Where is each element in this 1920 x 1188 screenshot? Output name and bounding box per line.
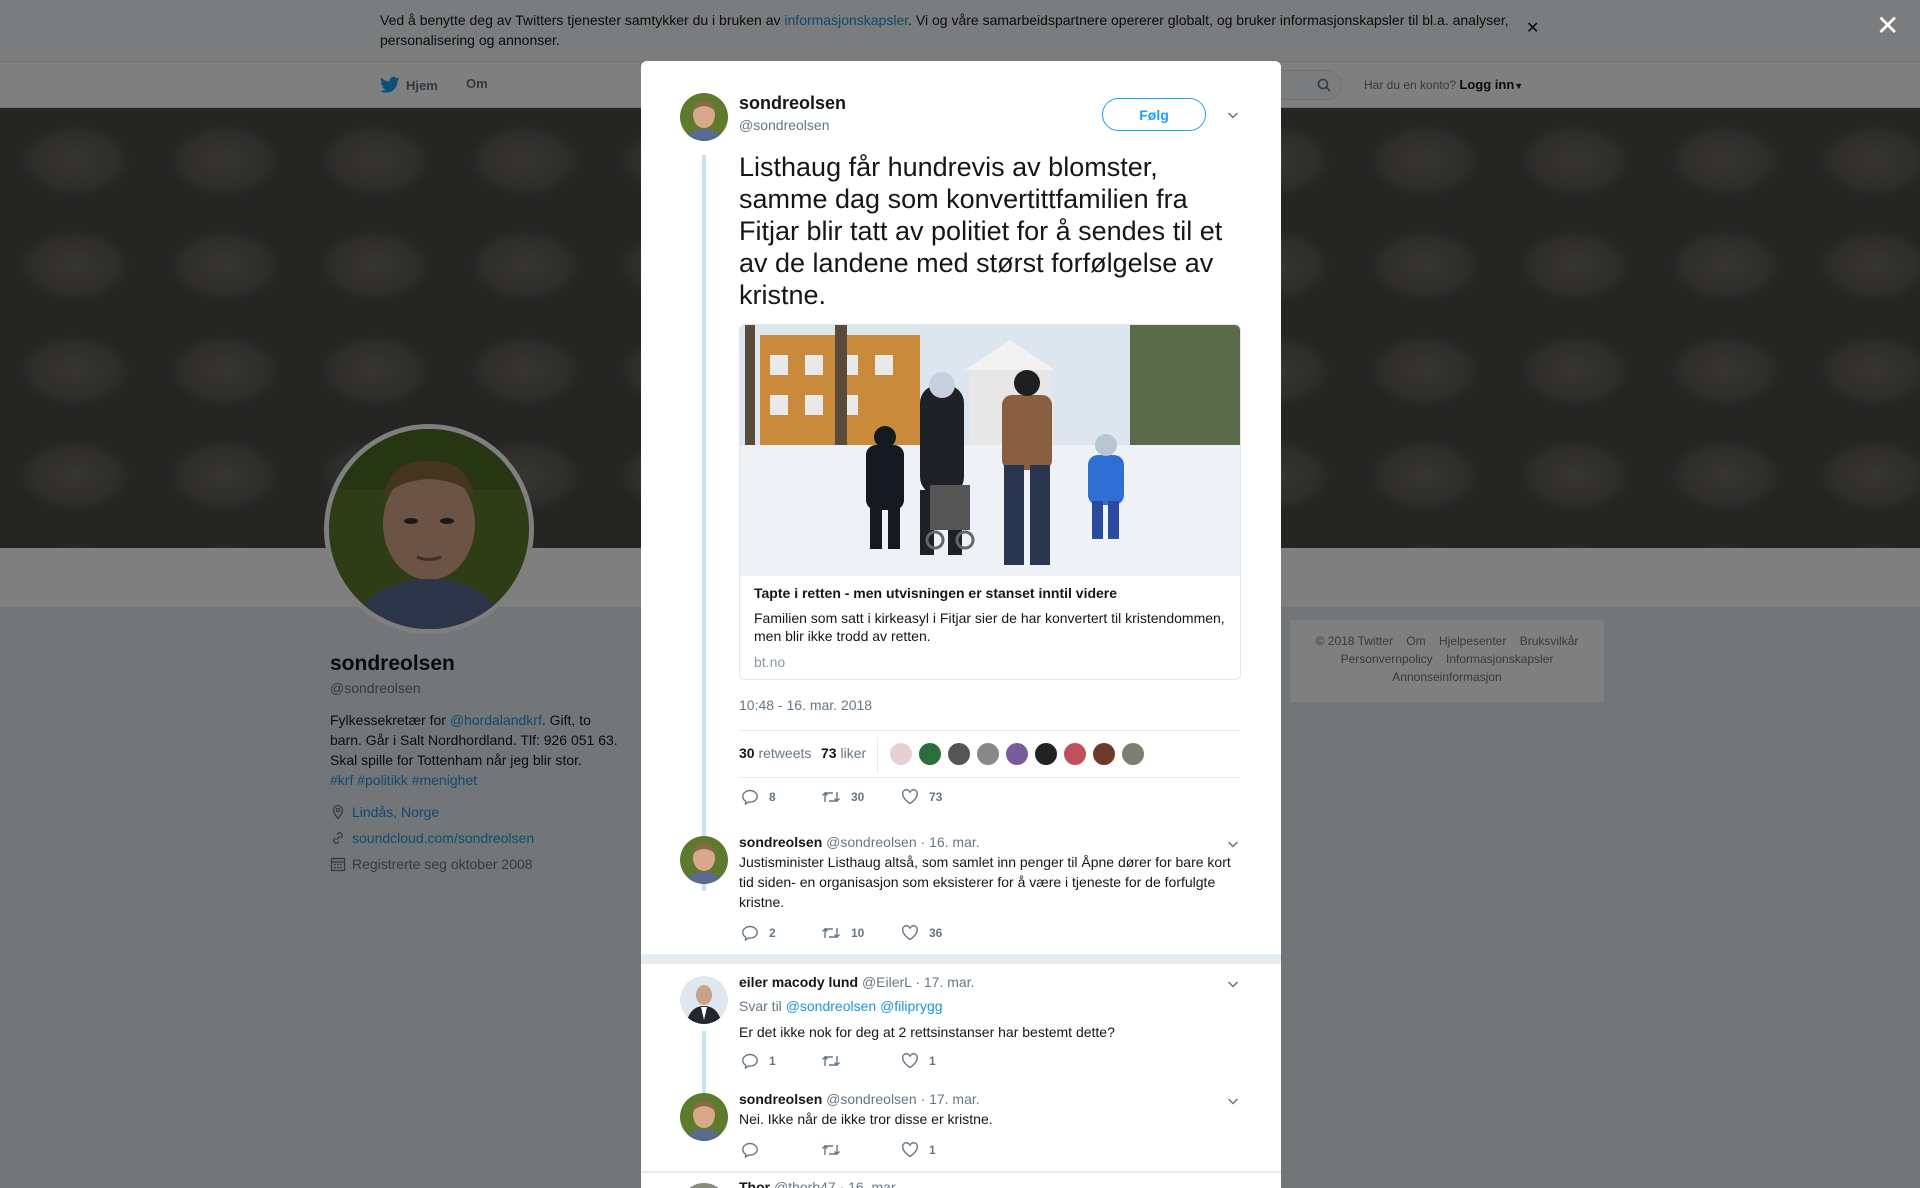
tweet-text: Listhaug får hundrevis av blomster, samm…: [739, 152, 1223, 310]
reply-author-handle[interactable]: @EilerL: [862, 974, 912, 990]
heart-icon: [902, 789, 918, 805]
reply-author-name[interactable]: eiler macody lund: [739, 974, 858, 990]
reply-button[interactable]: 8: [741, 789, 821, 805]
card-title: Tapte i retten - men utvisningen er stan…: [754, 585, 1118, 601]
like-button[interactable]: 73: [901, 789, 981, 805]
heart-icon: [902, 1142, 918, 1158]
card-image: [740, 325, 1240, 576]
reply-to-mention[interactable]: @filiprygg: [880, 998, 942, 1014]
reply-author-handle[interactable]: @thorb47: [774, 1179, 836, 1188]
retweet-icon: [822, 1056, 840, 1066]
reply-button[interactable]: 1: [741, 1053, 821, 1069]
reply-date[interactable]: · 16. mar.: [840, 1179, 899, 1188]
retweet-button[interactable]: [821, 1053, 901, 1069]
reply-author-avatar[interactable]: [680, 1093, 728, 1141]
retweet-button[interactable]: [821, 1142, 901, 1158]
liker-avatar[interactable]: [1121, 742, 1145, 766]
reply-author-handle[interactable]: @sondreolsen: [826, 834, 917, 850]
reply-icon: [742, 1142, 758, 1158]
retweets-stat[interactable]: 30 retweets: [739, 745, 811, 761]
liker-avatars: [889, 742, 1145, 766]
reply-header: sondreolsen @sondreolsen · 17. mar.: [739, 1091, 980, 1107]
reply-author-name[interactable]: sondreolsen: [739, 1091, 822, 1107]
retweet-button[interactable]: 30: [821, 789, 901, 805]
reply-author-avatar[interactable]: [680, 976, 728, 1024]
reply-header: Thor @thorb47 · 16. mar.: [739, 1179, 899, 1188]
tweet-stats: 30 retweets 73 liker: [739, 730, 1241, 778]
reply-author-name[interactable]: Thor: [739, 1179, 770, 1188]
liker-avatar[interactable]: [976, 742, 1000, 766]
reply-date[interactable]: · 17. mar.: [921, 1091, 980, 1107]
card-domain: bt.no: [754, 654, 786, 670]
card-description: Familien som satt i kirkeasyl i Fitjar s…: [754, 610, 1225, 644]
close-icon[interactable]: ✕: [1876, 12, 1899, 40]
reply-to-mention[interactable]: @sondreolsen: [786, 998, 877, 1014]
reply-icon: [742, 925, 758, 941]
liker-avatar[interactable]: [1092, 742, 1116, 766]
reply-actions: 2 10 36: [741, 925, 981, 941]
reply-date[interactable]: · 16. mar.: [921, 834, 980, 850]
chevron-down-icon[interactable]: [1225, 976, 1241, 992]
liker-avatar[interactable]: [947, 742, 971, 766]
retweet-icon: [822, 1145, 840, 1155]
reply-date[interactable]: · 17. mar.: [915, 974, 974, 990]
like-button[interactable]: 1: [901, 1142, 981, 1158]
liker-avatar[interactable]: [1005, 742, 1029, 766]
likes-stat[interactable]: 73 liker: [821, 745, 866, 761]
tweet-divider: [641, 1171, 1281, 1173]
follow-button[interactable]: Følg: [1102, 98, 1206, 131]
chevron-down-icon[interactable]: [1225, 107, 1241, 123]
tweet-actions: 8 30 73: [741, 789, 981, 805]
reply-icon: [742, 789, 758, 805]
heart-icon: [902, 925, 918, 941]
reply-author-name[interactable]: sondreolsen: [739, 834, 822, 850]
reply-icon: [742, 1053, 758, 1069]
thread-line: [702, 155, 706, 891]
reply-author-avatar[interactable]: [680, 1183, 728, 1188]
retweet-icon: [822, 792, 840, 802]
reply-to-line: Svar til @sondreolsen @filiprygg: [739, 998, 943, 1014]
like-button[interactable]: 1: [901, 1053, 981, 1069]
reply-text: Justisminister Listhaug altså, som samle…: [739, 854, 1231, 910]
tweet-author-name[interactable]: sondreolsen: [739, 93, 846, 114]
reply-button[interactable]: [741, 1142, 821, 1158]
reply-actions: 1 1: [741, 1053, 981, 1069]
reply-button[interactable]: 2: [741, 925, 821, 941]
conversation-divider: [641, 954, 1281, 964]
reply-header: eiler macody lund @EilerL · 17. mar.: [739, 974, 974, 990]
liker-avatar[interactable]: [889, 742, 913, 766]
stats-divider: [877, 737, 878, 773]
liker-avatar[interactable]: [1034, 742, 1058, 766]
retweet-icon: [822, 928, 840, 938]
like-button[interactable]: 36: [901, 925, 981, 941]
reply-text: Er det ikke nok for deg at 2 rettsinstan…: [739, 1024, 1115, 1040]
author-avatar[interactable]: [680, 93, 728, 141]
reply-author-handle[interactable]: @sondreolsen: [826, 1091, 917, 1107]
reply-header: sondreolsen @sondreolsen · 16. mar.: [739, 834, 980, 850]
heart-icon: [902, 1053, 918, 1069]
chevron-down-icon[interactable]: [1225, 836, 1241, 852]
liker-avatar[interactable]: [1063, 742, 1087, 766]
tweet-timestamp[interactable]: 10:48 - 16. mar. 2018: [739, 697, 872, 713]
link-card[interactable]: Tapte i retten - men utvisningen er stan…: [739, 324, 1241, 680]
liker-avatar[interactable]: [918, 742, 942, 766]
reply-author-avatar[interactable]: [680, 836, 728, 884]
chevron-down-icon[interactable]: [1225, 1093, 1241, 1109]
tweet-modal: sondreolsen @sondreolsen Følg Listhaug f…: [641, 61, 1281, 1188]
tweet-author-handle[interactable]: @sondreolsen: [739, 117, 830, 133]
reply-actions: 1: [741, 1142, 981, 1158]
retweet-button[interactable]: 10: [821, 925, 901, 941]
reply-text: Nei. Ikke når de ikke tror disse er kris…: [739, 1111, 993, 1127]
